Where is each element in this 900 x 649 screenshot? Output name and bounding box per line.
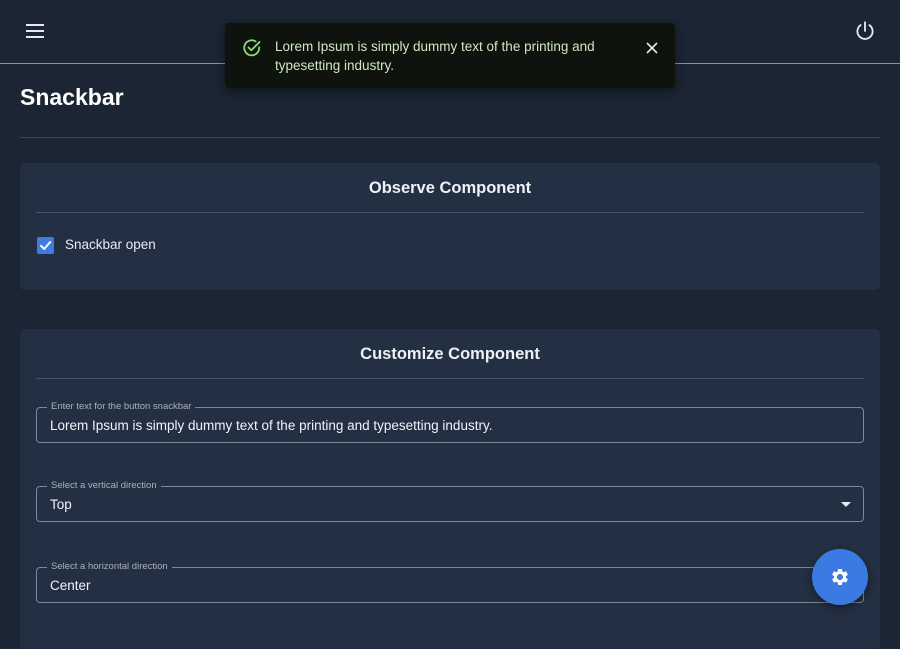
observe-card-title: Observe Component: [368, 179, 532, 197]
horizontal-direction-select[interactable]: Select a horizontal direction Center: [36, 560, 864, 603]
gear-icon: [832, 569, 848, 585]
checkmark-icon: [40, 241, 52, 250]
customize-card-title: Customize Component: [360, 345, 540, 363]
customize-card: Customize Component Enter text for the b…: [20, 329, 880, 649]
logout-button[interactable]: [852, 18, 878, 44]
snackbar-text-value: Lorem Ipsum is simply dummy text of the …: [50, 418, 493, 433]
snackbar-open-checkbox[interactable]: [37, 237, 54, 254]
snackbar: Lorem Ipsum is simply dummy text of the …: [225, 23, 675, 88]
horizontal-direction-value: Center: [50, 578, 91, 593]
snackbar-open-label: Snackbar open: [65, 237, 156, 252]
vertical-direction-select[interactable]: Select a vertical direction Top: [36, 479, 864, 522]
title-divider: [20, 137, 880, 138]
snackbar-text-input[interactable]: Enter text for the button snackbar Lorem…: [36, 400, 864, 443]
snackbar-close-button[interactable]: [643, 39, 661, 57]
vertical-direction-label: Select a vertical direction: [47, 479, 161, 493]
customize-card-divider: [36, 378, 864, 379]
page-title: Snackbar: [20, 84, 124, 110]
power-icon: [856, 21, 874, 40]
check-circle-icon: [243, 39, 261, 57]
close-icon: [646, 42, 658, 54]
observe-card: Observe Component Snackbar open: [20, 163, 880, 290]
settings-fab-button[interactable]: [812, 549, 868, 605]
vertical-direction-value: Top: [50, 497, 72, 512]
chevron-down-icon: [841, 502, 851, 507]
menu-icon: [26, 24, 44, 38]
snackbar-message: Lorem Ipsum is simply dummy text of the …: [275, 39, 595, 73]
observe-card-divider: [36, 212, 864, 213]
horizontal-direction-label: Select a horizontal direction: [47, 560, 172, 574]
menu-button[interactable]: [22, 18, 48, 44]
snackbar-text-label: Enter text for the button snackbar: [47, 400, 196, 414]
